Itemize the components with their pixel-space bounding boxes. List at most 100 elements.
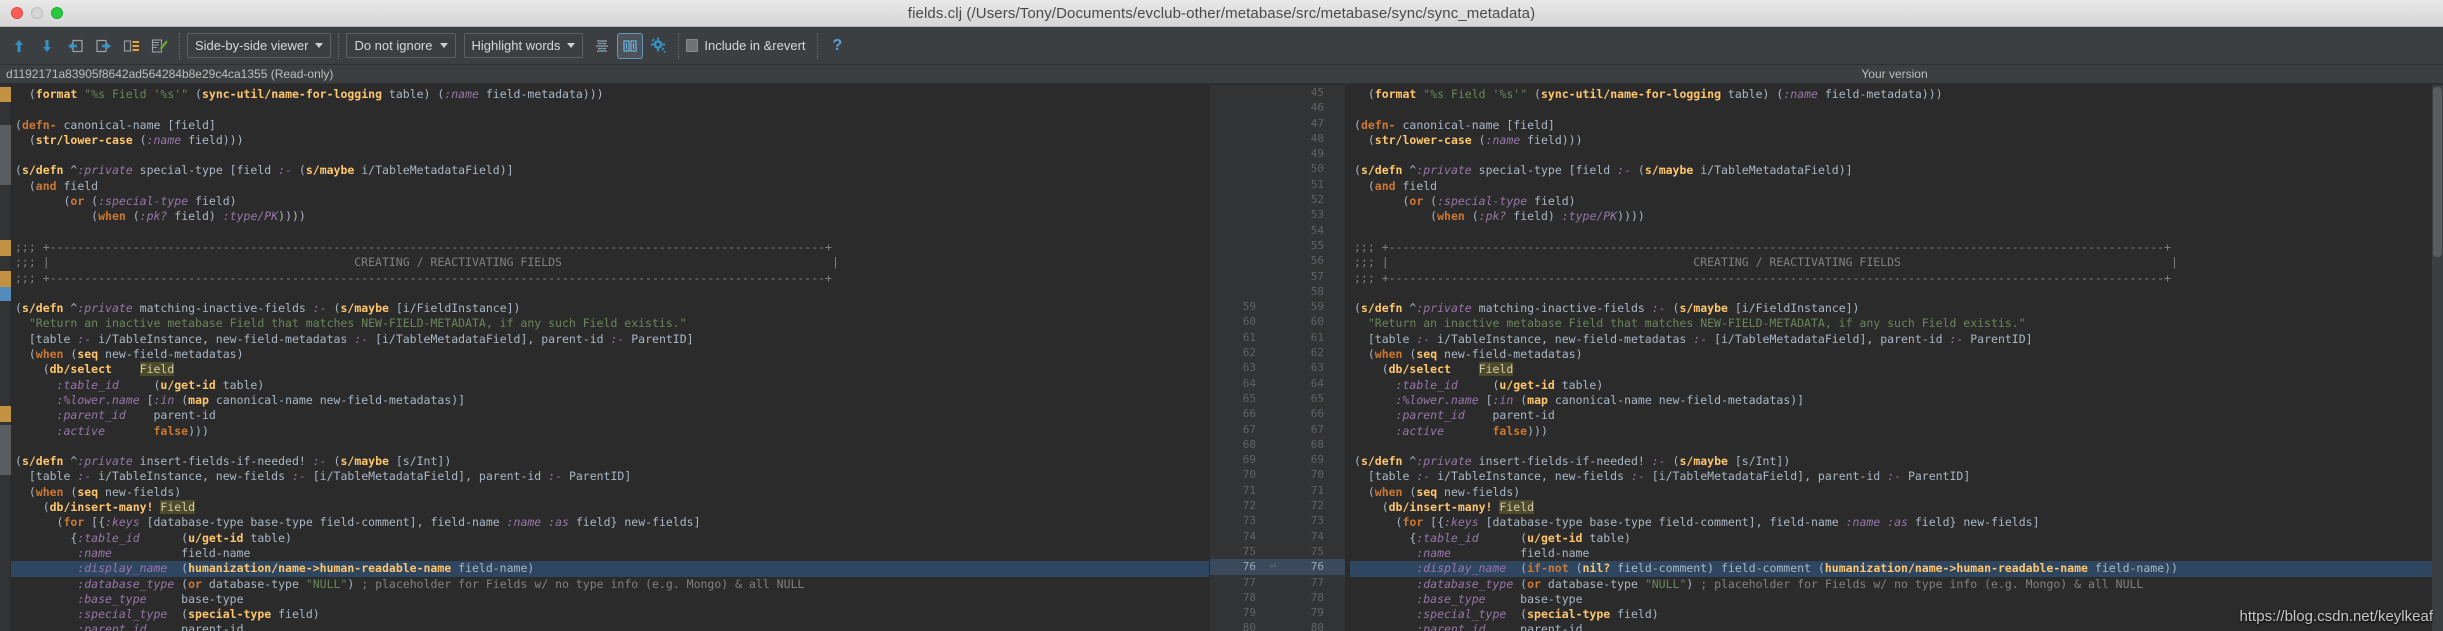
code-line[interactable]: :base_type base-type (1350, 592, 2443, 607)
code-line[interactable]: :table_id (u/get-id table) (1350, 378, 2443, 393)
highlight-mode-dropdown[interactable]: Highlight words (463, 33, 584, 58)
change-marker[interactable] (0, 87, 11, 102)
code-line[interactable]: (s/defn ^:private insert-fields-if-neede… (1350, 454, 2443, 469)
include-in-revert-checkbox[interactable]: Include in &revert (686, 38, 809, 53)
next-difference-icon[interactable] (34, 33, 60, 59)
code-line[interactable]: :display_name (humanization/name->human-… (11, 561, 1209, 577)
code-line[interactable]: (or (:special-type field) (1350, 194, 2443, 209)
right-code-content[interactable]: (format "%s Field '%s'" (sync-util/name-… (1350, 85, 2443, 631)
code-line[interactable]: (s/defn ^:private insert-fields-if-neede… (11, 454, 1209, 469)
code-line[interactable]: ;;; | CREATING / REACTIVATING FIELDS | (11, 255, 1209, 270)
code-line[interactable]: :parent_id parent-id (1350, 408, 2443, 423)
viewer-mode-dropdown[interactable]: Side-by-side viewer (187, 33, 332, 58)
code-line[interactable] (11, 286, 1209, 301)
change-marker[interactable] (0, 271, 11, 287)
code-line[interactable]: :special_type (special-type field) (11, 607, 1209, 622)
code-line[interactable] (11, 102, 1209, 117)
code-line[interactable]: :%lower.name [:in (map canonical-name ne… (11, 393, 1209, 408)
left-code-content[interactable]: (format "%s Field '%s'" (sync-util/name-… (11, 85, 1209, 631)
code-line[interactable]: (and field (11, 179, 1209, 194)
code-line[interactable]: (str/lower-case (:name field))) (1350, 133, 2443, 148)
scroll-marker[interactable] (0, 125, 11, 185)
code-line[interactable]: {:table_id (u/get-id table) (1350, 531, 2443, 546)
code-line[interactable]: :active false))) (1350, 424, 2443, 439)
previous-difference-icon[interactable] (6, 33, 32, 59)
code-line[interactable]: :base_type base-type (11, 592, 1209, 607)
code-line[interactable]: (when (seq new-fields) (11, 485, 1209, 500)
code-line[interactable]: :name field-name (1350, 546, 2443, 561)
code-line[interactable]: :database_type (or database-type "NULL")… (1350, 577, 2443, 592)
show-line-numbers-toggle[interactable] (617, 32, 644, 59)
change-marker[interactable] (0, 287, 11, 301)
code-line[interactable]: (for [{:keys [database-type base-type fi… (1350, 515, 2443, 530)
help-icon[interactable]: ? (825, 37, 851, 55)
code-line[interactable]: [table :- i/TableInstance, new-fields :-… (1350, 469, 2443, 484)
code-line[interactable]: (format "%s Field '%s'" (sync-util/name-… (11, 87, 1209, 102)
code-line[interactable]: [table :- i/TableInstance, new-fields :-… (11, 469, 1209, 484)
code-line[interactable] (1350, 102, 2443, 117)
right-diff-pane[interactable]: (format "%s Field '%s'" (sync-util/name-… (1346, 85, 2443, 631)
code-line[interactable]: (s/defn ^:private matching-inactive-fiel… (11, 301, 1209, 316)
code-line[interactable]: [table :- i/TableInstance, new-field-met… (1350, 332, 2443, 347)
code-line[interactable]: (db/insert-many! Field (11, 500, 1209, 515)
code-line[interactable] (1350, 225, 2443, 240)
edit-source-icon[interactable] (146, 33, 172, 59)
code-line[interactable]: :%lower.name [:in (map canonical-name ne… (1350, 393, 2443, 408)
change-marker[interactable] (0, 240, 11, 256)
code-line[interactable]: "Return an inactive metabase Field that … (11, 316, 1209, 331)
code-line[interactable]: (when (:pk? field) :type/PK)))) (11, 209, 1209, 224)
scroll-marker[interactable] (0, 425, 11, 475)
code-line[interactable]: (str/lower-case (:name field))) (11, 133, 1209, 148)
code-line[interactable] (11, 225, 1209, 240)
accept-right-icon[interactable] (90, 33, 116, 59)
code-line[interactable]: (when (seq new-fields) (1350, 485, 2443, 500)
code-line[interactable] (11, 439, 1209, 454)
code-line[interactable]: ;;; +-----------------------------------… (1350, 240, 2443, 255)
code-line[interactable]: (when (seq new-field-metadatas) (1350, 347, 2443, 362)
checkbox-icon[interactable] (686, 39, 699, 52)
collapse-unchanged-icon[interactable] (589, 33, 615, 59)
left-diff-pane[interactable]: (format "%s Field '%s'" (sync-util/name-… (0, 85, 1209, 631)
code-line[interactable]: (when (seq new-field-metadatas) (11, 347, 1209, 362)
code-line[interactable]: :name field-name (11, 546, 1209, 561)
vertical-scrollbar[interactable] (2432, 85, 2443, 631)
code-line[interactable]: (when (:pk? field) :type/PK)))) (1350, 209, 2443, 224)
code-line[interactable] (1350, 286, 2443, 301)
code-line[interactable]: (for [{:keys [database-type base-type fi… (11, 515, 1209, 530)
code-line[interactable]: (db/insert-many! Field (1350, 500, 2443, 515)
accept-left-icon[interactable] (62, 33, 88, 59)
code-line[interactable]: ;;; +-----------------------------------… (1350, 271, 2443, 286)
code-line[interactable]: (or (:special-type field) (11, 194, 1209, 209)
code-line[interactable]: (and field (1350, 179, 2443, 194)
code-line[interactable]: [table :- i/TableInstance, new-field-met… (11, 332, 1209, 347)
code-line[interactable]: (defn- canonical-name [field] (11, 118, 1209, 133)
code-line[interactable]: ;;; | CREATING / REACTIVATING FIELDS | (1350, 255, 2443, 270)
line-number-gutter[interactable]: 45 46 47 48 49 50 51 52 53 54 55 56 57 58 59 59 60 60 61 61… (1209, 85, 1346, 631)
code-line[interactable]: (format "%s Field '%s'" (sync-util/name-… (1350, 87, 2443, 102)
settings-gear-icon[interactable] (645, 33, 671, 59)
code-line[interactable]: :database_type (or database-type "NULL")… (11, 577, 1209, 592)
code-line[interactable]: ;;; +-----------------------------------… (11, 271, 1209, 286)
scrollbar-thumb[interactable] (2433, 87, 2442, 257)
code-line[interactable]: (s/defn ^:private matching-inactive-fiel… (1350, 301, 2443, 316)
code-line[interactable] (1350, 148, 2443, 163)
ignore-policy-dropdown[interactable]: Do not ignore (346, 33, 456, 58)
left-change-marker-gutter[interactable] (0, 85, 11, 631)
code-line[interactable]: :parent_id parent-id (11, 622, 1209, 631)
code-line[interactable]: :parent_id parent-id (11, 408, 1209, 423)
apply-non-conflicting-icon[interactable] (118, 33, 144, 59)
change-marker[interactable] (0, 406, 11, 422)
diff-action-icon[interactable]: ⏎ (1262, 559, 1284, 574)
code-line[interactable]: ;;; +-----------------------------------… (11, 240, 1209, 255)
code-line[interactable]: (db/select Field (11, 362, 1209, 377)
code-line[interactable]: (s/defn ^:private special-type [field :-… (11, 163, 1209, 178)
code-line[interactable]: (db/select Field (1350, 362, 2443, 377)
code-line[interactable] (1350, 439, 2443, 454)
code-line[interactable]: :display_name (if-not (nil? field-commen… (1350, 561, 2443, 577)
code-line[interactable]: :table_id (u/get-id table) (11, 378, 1209, 393)
code-line[interactable]: {:table_id (u/get-id table) (11, 531, 1209, 546)
code-line[interactable]: (defn- canonical-name [field] (1350, 118, 2443, 133)
code-line[interactable] (11, 148, 1209, 163)
code-line[interactable]: :active false))) (11, 424, 1209, 439)
code-line[interactable]: "Return an inactive metabase Field that … (1350, 316, 2443, 331)
